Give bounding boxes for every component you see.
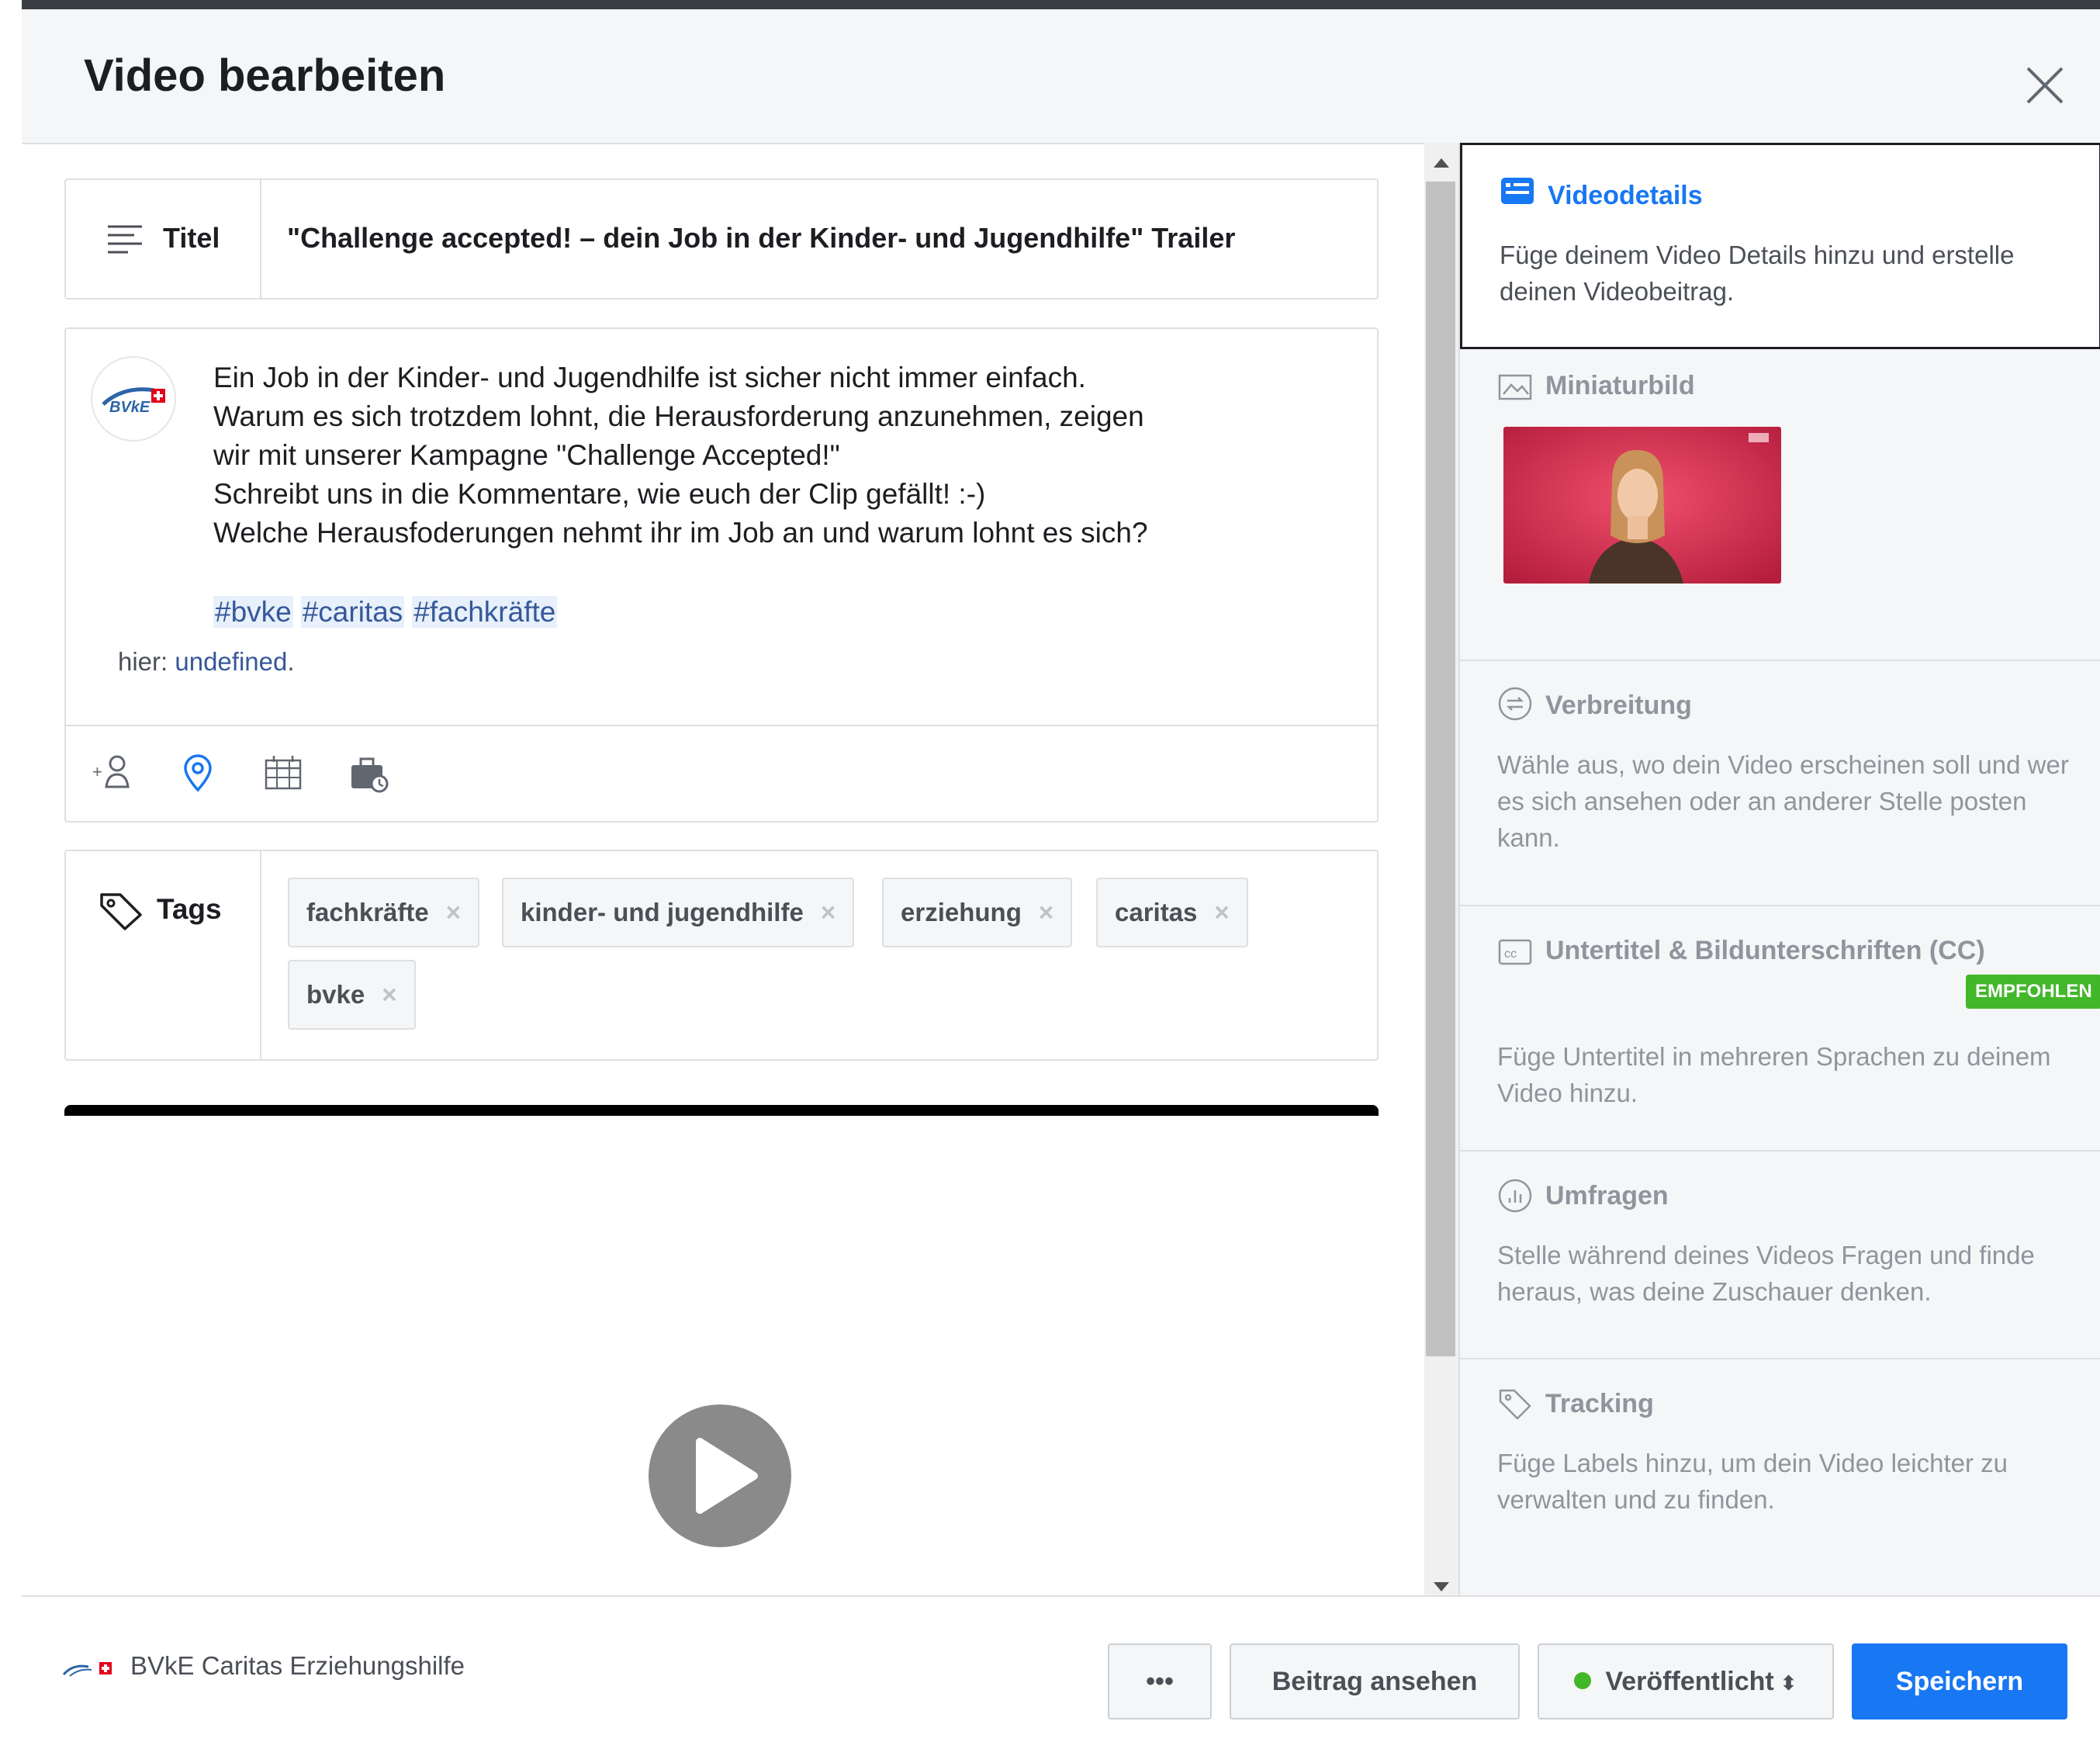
hashtag-list: #bvke #caritas #fachkräfte — [213, 593, 565, 632]
sidebar-item-title: Umfragen — [1545, 1181, 1669, 1210]
tag-chip-label: fachkräfte — [306, 898, 429, 926]
sort-caret-icon: ⬍ — [1780, 1671, 1797, 1695]
cc-icon: cc — [1498, 939, 1532, 965]
sidebar-item-verbreitung[interactable]: Verbreitung Wähle aus, wo dein Video ers… — [1460, 661, 2100, 906]
svg-text:cc: cc — [1504, 947, 1517, 961]
dialog-footer: BVkE Caritas Erziehungshilfe ••• Beitrag… — [22, 1595, 2100, 1742]
sidebar-item-title: Untertitel & Bildunterschriften (CC) — [1545, 936, 1985, 965]
location-button[interactable] — [175, 750, 221, 796]
sidebar-item-title: Tracking — [1545, 1389, 1654, 1418]
status-dot-icon — [1574, 1672, 1592, 1690]
tag-chip: bvke × — [288, 960, 416, 1030]
avatar-logo-text: BVkE — [109, 399, 150, 416]
tag-icon — [100, 893, 142, 930]
tag-chip: caritas × — [1096, 878, 1248, 947]
tags-card: Tags fachkräfte × kinder- und jugendhilfe… — [64, 850, 1379, 1061]
tag-chip: fachkräfte × — [288, 878, 480, 947]
tags-label-cell: Tags — [66, 851, 261, 1059]
avatar: BVkE — [91, 356, 176, 442]
polls-icon — [1498, 1179, 1532, 1213]
close-button[interactable] — [2015, 56, 2074, 115]
tag-chip-label: erziehung — [901, 898, 1022, 926]
tag-people-button[interactable]: + — [91, 750, 137, 796]
location-pin-icon — [184, 754, 212, 792]
dialog-title: Video bearbeiten — [84, 50, 446, 101]
tags-label: Tags — [157, 893, 222, 925]
tag-chip: erziehung × — [882, 878, 1073, 947]
post-toolbar: + — [66, 726, 1377, 821]
tag-chip-label: kinder- und jugendhilfe — [521, 898, 804, 926]
sidebar-item-miniaturbild[interactable]: Miniaturbild — [1460, 349, 2100, 661]
sidebar-item-description: Wähle aus, wo dein Video erscheinen soll… — [1497, 750, 2069, 852]
scroll-down-arrow[interactable] — [1434, 1582, 1449, 1591]
thumbnail-image[interactable] — [1503, 427, 1781, 584]
post-description-card: BVkE Ein Job in der Kinder- und Jugendhi… — [64, 327, 1379, 823]
calendar-icon — [265, 756, 302, 790]
page-logo-icon — [62, 1662, 112, 1677]
tag-people-icon: + — [92, 755, 130, 788]
view-post-button[interactable]: Beitrag ansehen — [1230, 1643, 1520, 1719]
text-lines-icon — [108, 225, 142, 254]
sidebar-item-untertitel[interactable]: cc Untertitel & Bildunterschriften (CC) … — [1460, 906, 2100, 1152]
video-details-icon — [1501, 178, 1534, 204]
status-label: Veröffentlicht — [1605, 1667, 1774, 1696]
post-text-input[interactable]: Ein Job in der Kinder- und Jugendhilfe i… — [213, 358, 1148, 552]
page-name: BVkE Caritas Erziehungshilfe — [130, 1651, 465, 1680]
hashtag[interactable]: #fachkräfte — [412, 596, 558, 628]
remove-tag-button[interactable]: × — [1039, 898, 1053, 926]
recommended-badge: EMPFOHLEN — [1966, 975, 2100, 1009]
thumbnail-icon — [1498, 374, 1532, 400]
thumbnail-picture — [1503, 427, 1781, 584]
play-button[interactable] — [649, 1404, 791, 1547]
svg-text:+: + — [92, 762, 102, 781]
remove-tag-button[interactable]: × — [382, 980, 396, 1009]
sidebar-item-videodetails[interactable]: Videodetails Füge deinem Video Details h… — [1460, 143, 2100, 349]
hashtag[interactable]: #bvke — [213, 596, 293, 628]
scroll-up-arrow[interactable] — [1434, 158, 1449, 168]
location-suffix: . — [287, 647, 295, 676]
title-label-cell: Titel — [66, 180, 261, 298]
sidebar-item-tracking[interactable]: Tracking Füge Labels hinzu, um dein Vide… — [1460, 1359, 2100, 1602]
tracking-tag-icon — [1499, 1389, 1531, 1420]
location-prefix: hier: — [118, 647, 175, 676]
tag-chip-label: bvke — [306, 980, 365, 1009]
sidebar-item-description: Füge Labels hinzu, um dein Video leichte… — [1497, 1449, 2008, 1514]
calendar-button[interactable] — [260, 750, 306, 796]
publish-status-dropdown[interactable]: Veröffentlicht ⬍ — [1538, 1643, 1834, 1719]
sidebar-item-title: Videodetails — [1548, 181, 1703, 210]
top-strip — [22, 0, 2100, 9]
briefcase-icon — [351, 757, 389, 793]
play-icon — [696, 1438, 758, 1514]
scrollbar-thumb[interactable] — [1426, 182, 1455, 1356]
dialog-header: Video bearbeiten — [22, 9, 2100, 144]
location-line: hier: undefined. — [118, 647, 295, 677]
briefcase-button[interactable] — [345, 750, 392, 796]
settings-sidebar: Videodetails Füge deinem Video Details h… — [1458, 143, 2100, 1602]
tag-chip-label: caritas — [1115, 898, 1198, 926]
sidebar-item-description: Füge Untertitel in mehreren Sprachen zu … — [1497, 1042, 2051, 1107]
tag-chip: kinder- und jugendhilfe × — [502, 878, 855, 947]
close-icon — [2026, 67, 2064, 104]
bvke-logo-icon: BVkE — [102, 387, 165, 416]
sidebar-item-umfragen[interactable]: Umfragen Stelle während deines Videos Fr… — [1460, 1152, 2100, 1359]
more-options-button[interactable]: ••• — [1108, 1643, 1212, 1719]
remove-tag-button[interactable]: × — [1214, 898, 1229, 926]
title-input[interactable]: "Challenge accepted! – dein Job in der K… — [287, 222, 1235, 255]
sidebar-item-description: Stelle während deines Videos Fragen und … — [1497, 1241, 2035, 1306]
sidebar-item-title: Miniaturbild — [1545, 371, 1695, 400]
video-preview-top-edge — [64, 1105, 1379, 1116]
remove-tag-button[interactable]: × — [821, 898, 836, 926]
remove-tag-button[interactable]: × — [446, 898, 461, 926]
save-button[interactable]: Speichern — [1852, 1643, 2067, 1719]
location-link[interactable]: undefined — [175, 647, 287, 676]
sidebar-item-description: Füge deinem Video Details hinzu und erst… — [1500, 241, 2015, 306]
edit-video-dialog: Video bearbeiten Titel "Challenge accept… — [22, 9, 2100, 1742]
title-field-card: Titel "Challenge accepted! – dein Job in… — [64, 178, 1379, 300]
sidebar-item-title: Verbreitung — [1545, 691, 1692, 720]
hashtag[interactable]: #caritas — [300, 596, 405, 628]
title-label: Titel — [163, 222, 220, 254]
distribution-icon — [1498, 687, 1532, 721]
